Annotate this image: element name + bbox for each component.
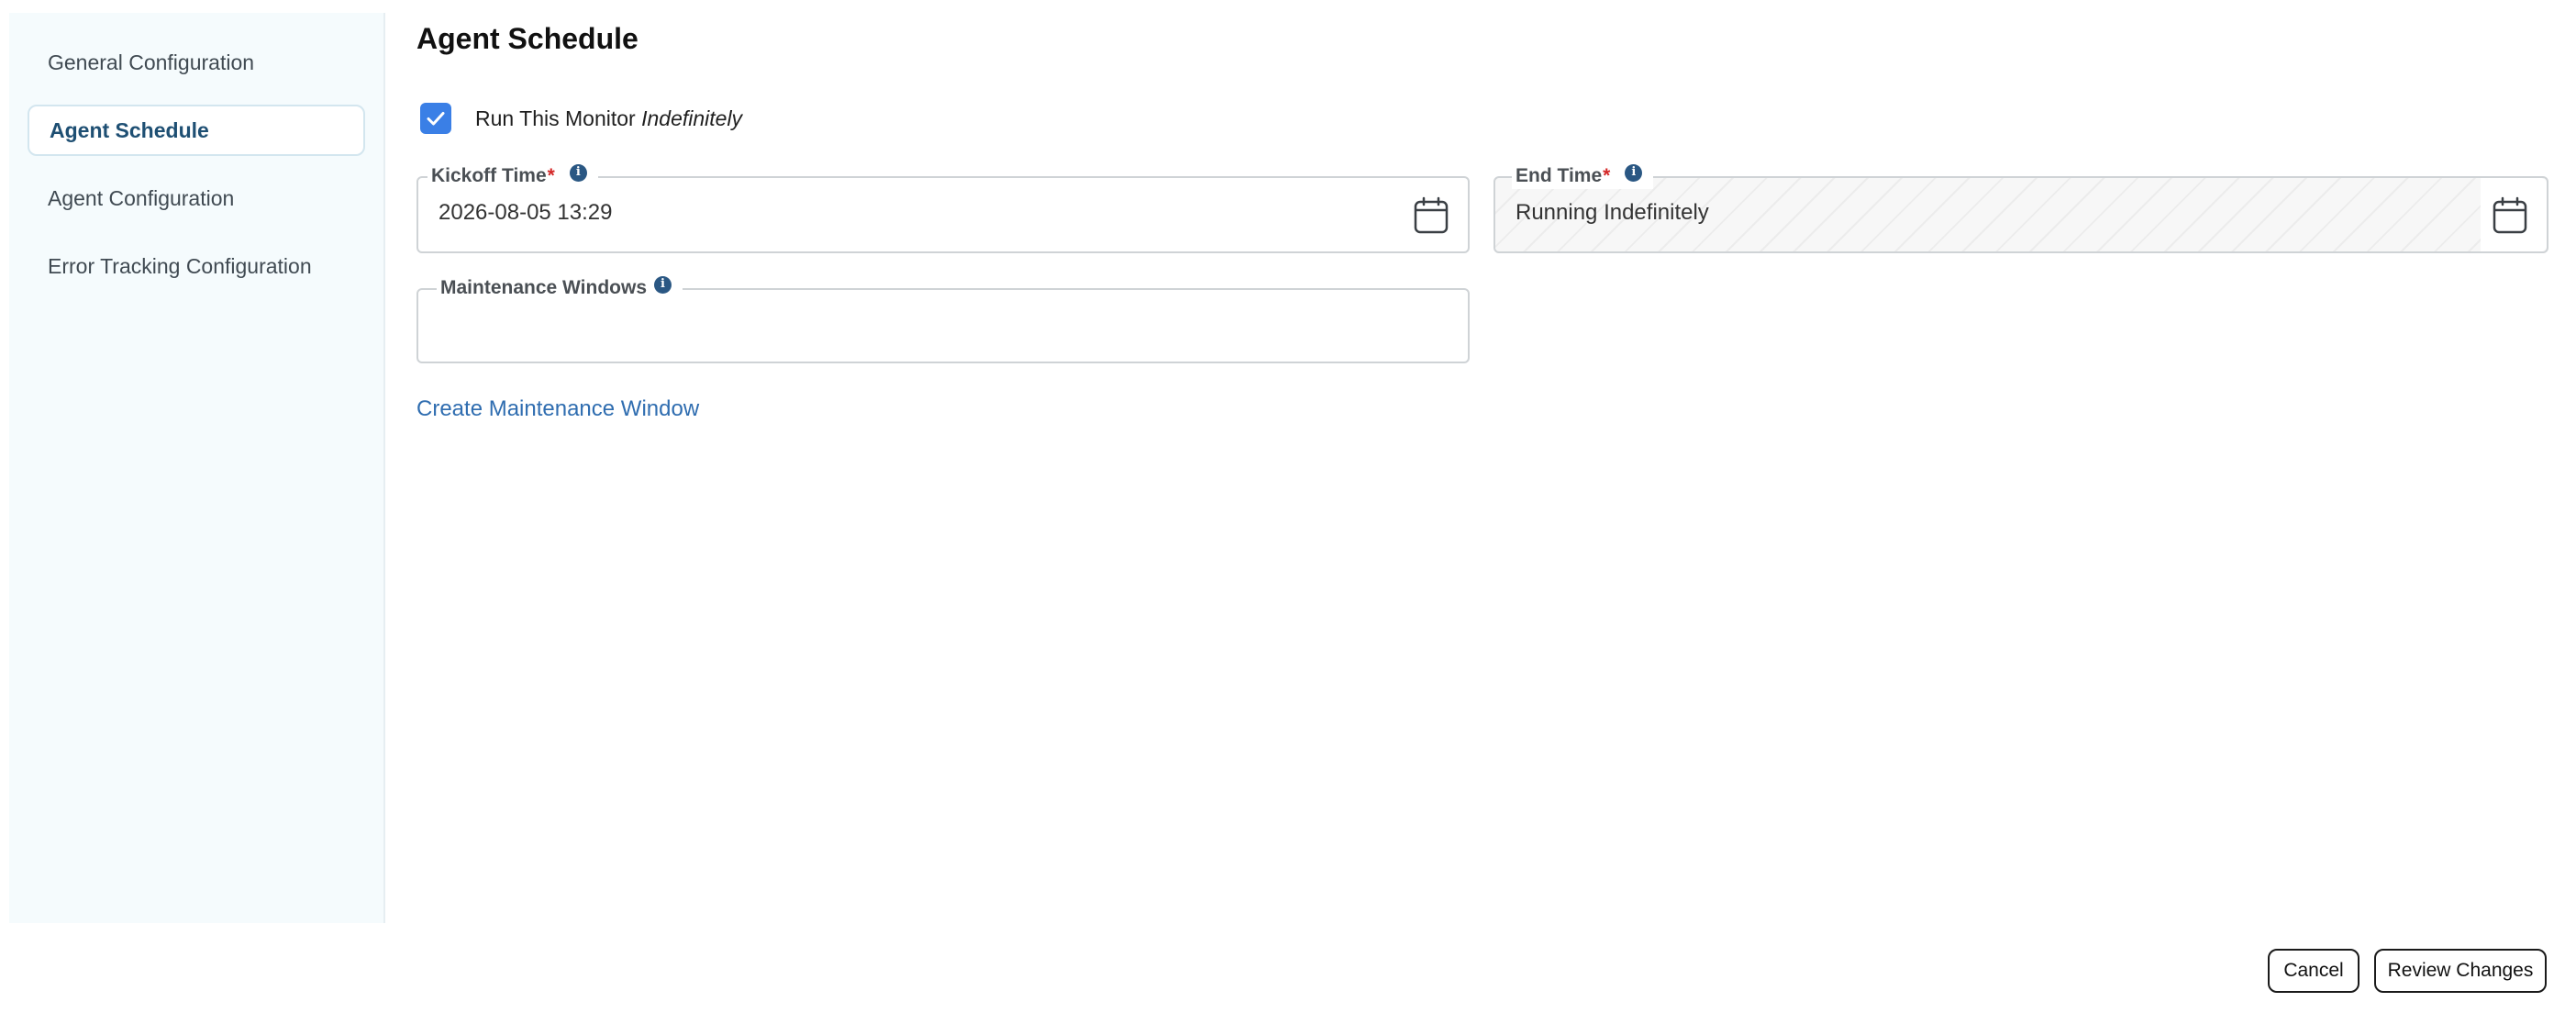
cancel-button[interactable]: Cancel (2268, 949, 2359, 993)
kickoff-time-label: Kickoff Time * i (427, 163, 598, 189)
sidebar-item-error-tracking-configuration[interactable]: Error Tracking Configuration (28, 240, 365, 292)
sidebar-item-general-configuration[interactable]: General Configuration (28, 37, 365, 88)
calendar-icon[interactable] (1413, 196, 1449, 235)
run-indefinitely-checkbox[interactable] (420, 103, 451, 134)
info-icon[interactable]: i (569, 163, 587, 182)
checkmark-icon (427, 112, 445, 126)
maintenance-windows-label-text: Maintenance Windows (440, 277, 648, 298)
end-time-label-text: End Time (1516, 165, 1603, 186)
info-icon[interactable]: i (654, 275, 672, 294)
required-mark: * (547, 165, 555, 186)
sidebar-item-label: General Configuration (48, 50, 255, 74)
sidebar-item-label: Error Tracking Configuration (48, 253, 312, 278)
end-time-value: Running Indefinitely (1516, 200, 1709, 225)
kickoff-time-field[interactable]: Kickoff Time * i 2026-08-05 13:29 (416, 163, 1470, 253)
calendar-icon[interactable] (2492, 196, 2528, 235)
kickoff-time-label-text: Kickoff Time (431, 165, 547, 186)
app-root: General Configuration Agent Schedule Age… (0, 0, 2576, 1013)
create-maintenance-window-link[interactable]: Create Maintenance Window (416, 396, 699, 422)
sidebar-item-label: Agent Schedule (50, 117, 209, 142)
kickoff-time-value: 2026-08-05 13:29 (439, 200, 613, 225)
run-indefinitely-row: Run This Monitor Indefinitely (420, 103, 742, 134)
maintenance-windows-label: Maintenance Windows i (437, 275, 683, 301)
review-changes-button[interactable]: Review Changes (2374, 949, 2547, 993)
run-indefinitely-label-emphasis: Indefinitely (641, 106, 743, 130)
sidebar: General Configuration Agent Schedule Age… (9, 13, 385, 923)
end-time-field: End Time * i Running Indefinitely (1493, 163, 2548, 253)
run-indefinitely-label-prefix: Run This Monitor (475, 106, 636, 130)
end-time-label: End Time * i (1512, 163, 1654, 189)
info-icon[interactable]: i (1625, 163, 1643, 182)
sidebar-item-label: Agent Configuration (48, 185, 235, 210)
maintenance-windows-field[interactable]: Maintenance Windows i (416, 275, 1470, 363)
main-content: Agent Schedule Run This Monitor Indefini… (416, 13, 2548, 912)
sidebar-item-agent-configuration[interactable]: Agent Configuration (28, 173, 365, 224)
sidebar-item-agent-schedule[interactable]: Agent Schedule (28, 105, 365, 156)
run-indefinitely-label: Run This Monitor Indefinitely (475, 106, 742, 131)
required-mark: * (1603, 165, 1611, 186)
page-title: Agent Schedule (416, 22, 638, 55)
